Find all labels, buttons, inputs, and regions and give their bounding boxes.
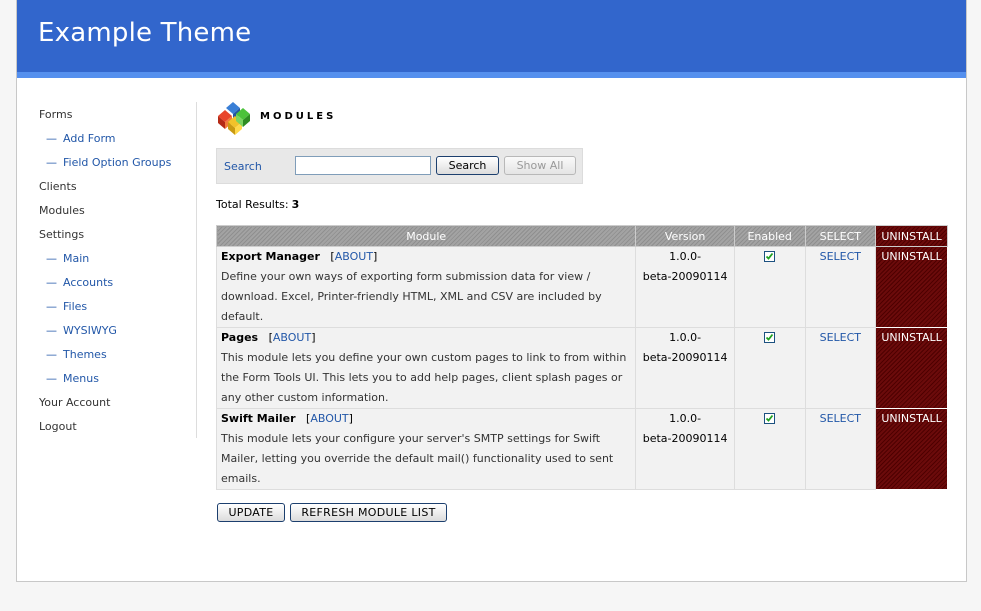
sidebar-item-main[interactable]: — Main — [46, 252, 89, 265]
sidebar-item-themes[interactable]: — Themes — [46, 348, 107, 361]
enabled-checkbox[interactable] — [764, 332, 776, 343]
module-cell: Export Manager [ABOUT] Define your own w… — [215, 246, 637, 328]
sidebar-item-label: Accounts — [63, 276, 114, 289]
sidebar-item-accounts[interactable]: — Accounts — [46, 276, 113, 289]
enabled-cell — [733, 408, 806, 490]
enabled-cell — [733, 246, 806, 328]
sidebar-item-label: WYSIWYG — [63, 324, 117, 337]
sidebar-item-files[interactable]: — Files — [46, 300, 87, 313]
sub-item-dash: — — [46, 372, 57, 385]
sidebar-item-menus[interactable]: — Menus — [46, 372, 99, 385]
module-description: This module lets your configure your ser… — [221, 432, 614, 485]
about-link[interactable]: ABOUT — [310, 412, 348, 425]
page-title: MODULES — [260, 111, 337, 122]
sub-item-dash: — — [46, 300, 57, 313]
sub-item-dash: — — [46, 348, 57, 361]
about-wrapper: [ABOUT] — [299, 412, 353, 425]
search-bar: Search Search Show All — [216, 148, 583, 184]
uninstall-link[interactable]: UNINSTALL — [875, 408, 948, 490]
select-cell: SELECT — [804, 408, 877, 490]
sub-item-dash: — — [46, 276, 57, 289]
column-header-select: SELECT — [804, 225, 877, 247]
version-text: beta-20090114 — [642, 432, 728, 445]
update-button[interactable]: UPDATE — [217, 503, 285, 522]
sub-item-dash: — — [46, 156, 57, 169]
total-results: Total Results: 3 — [216, 198, 299, 211]
version-cell: 1.0.0- beta-20090114 — [635, 327, 735, 409]
enabled-cell — [733, 327, 806, 409]
version-cell: 1.0.0- beta-20090114 — [635, 246, 735, 328]
checkmark-icon — [766, 333, 774, 341]
table-row: Pages [ABOUT] This module lets you defin… — [215, 327, 948, 409]
app-title: Example Theme — [38, 18, 252, 48]
sub-item-dash: — — [46, 252, 57, 265]
sidebar-item-field-option-groups[interactable]: — Field Option Groups — [46, 156, 171, 169]
about-wrapper: [ABOUT] — [323, 250, 378, 263]
module-name: Pages — [221, 331, 259, 344]
about-link[interactable]: ABOUT — [273, 331, 311, 344]
module-cell: Swift Mailer [ABOUT] This module lets yo… — [215, 408, 637, 490]
version-text: 1.0.0- — [669, 331, 702, 344]
select-link[interactable]: SELECT — [820, 250, 861, 263]
module-cell: Pages [ABOUT] This module lets you defin… — [215, 327, 637, 409]
sidebar-item-your-account[interactable]: Your Account — [39, 396, 110, 409]
sidebar-item-wysiwyg[interactable]: — WYSIWYG — [46, 324, 117, 337]
version-cell: 1.0.0- beta-20090114 — [635, 408, 735, 490]
select-link[interactable]: SELECT — [820, 331, 861, 344]
module-name: Swift Mailer — [221, 412, 296, 425]
column-header-enabled: Enabled — [733, 225, 806, 247]
table-row: Export Manager [ABOUT] Define your own w… — [215, 246, 948, 328]
modules-table: Module Version Enabled SELECT UNINSTALL … — [215, 225, 948, 490]
sidebar-item-modules[interactable]: Modules — [39, 204, 85, 217]
sidebar-item-label: Menus — [63, 372, 99, 385]
uninstall-link[interactable]: UNINSTALL — [875, 246, 948, 328]
select-link[interactable]: SELECT — [820, 412, 861, 425]
sidebar-item-label: Field Option Groups — [63, 156, 172, 169]
module-description: Define your own ways of exporting form s… — [221, 270, 602, 323]
sidebar-item-add-form[interactable]: — Add Form — [46, 132, 116, 145]
sidebar-item-label: Themes — [63, 348, 107, 361]
sidebar-item-label: Files — [63, 300, 88, 313]
select-cell: SELECT — [804, 246, 877, 328]
table-row: Swift Mailer [ABOUT] This module lets yo… — [215, 408, 948, 490]
sidebar-item-logout[interactable]: Logout — [39, 420, 77, 433]
sub-item-dash: — — [46, 324, 57, 337]
module-description: This module lets you define your own cus… — [221, 351, 627, 404]
version-text: 1.0.0- — [669, 412, 702, 425]
version-text: beta-20090114 — [642, 351, 728, 364]
modules-cubes-icon — [218, 102, 250, 135]
sidebar-item-clients[interactable]: Clients — [39, 180, 77, 193]
show-all-button[interactable]: Show All — [504, 156, 576, 175]
table-header-row: Module Version Enabled SELECT UNINSTALL — [215, 225, 948, 247]
search-input[interactable] — [295, 156, 431, 175]
total-results-count: 3 — [291, 198, 300, 211]
search-button[interactable]: Search — [436, 156, 499, 175]
total-results-label: Total Results: — [216, 198, 289, 211]
version-text: 1.0.0- — [669, 250, 702, 263]
about-link[interactable]: ABOUT — [335, 250, 373, 263]
uninstall-link[interactable]: UNINSTALL — [875, 327, 948, 409]
select-cell: SELECT — [804, 327, 877, 409]
column-header-uninstall: UNINSTALL — [875, 225, 948, 247]
sub-item-dash: — — [46, 132, 57, 145]
enabled-checkbox[interactable] — [764, 251, 776, 262]
sidebar-nav: Forms — Add Form — Field Option Groups Cli… — [17, 102, 197, 438]
version-text: beta-20090114 — [642, 270, 728, 283]
column-header-version: Version — [635, 225, 735, 247]
refresh-module-list-button[interactable]: REFRESH MODULE LIST — [290, 503, 447, 522]
checkmark-icon — [766, 252, 774, 260]
column-header-module: Module — [215, 225, 637, 247]
search-label: Search — [224, 160, 262, 173]
sidebar-item-forms[interactable]: Forms — [39, 108, 72, 121]
sidebar-item-settings[interactable]: Settings — [39, 228, 84, 241]
about-wrapper: [ABOUT] — [261, 331, 316, 344]
sidebar-item-label: Main — [63, 252, 90, 265]
enabled-checkbox[interactable] — [764, 413, 776, 424]
sidebar-item-label: Add Form — [63, 132, 116, 145]
page-frame: Example Theme Forms — Add Form — Field Opt… — [16, 0, 967, 582]
module-name: Export Manager — [221, 250, 320, 263]
checkmark-icon — [766, 414, 774, 422]
app-header: Example Theme — [17, 0, 966, 78]
